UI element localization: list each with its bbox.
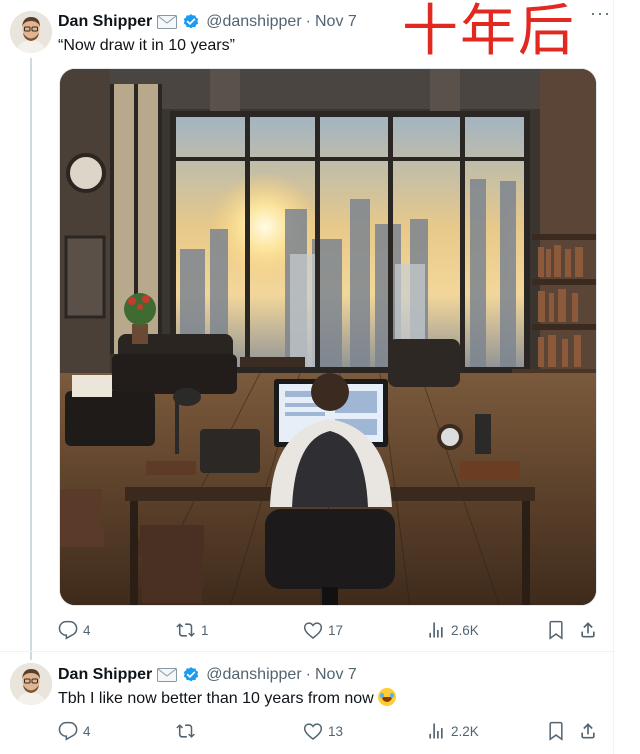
tweet-text: Tbh I like now better than 10 years from… <box>58 688 396 709</box>
bookmark-icon <box>549 721 563 741</box>
overlay-caption: 十年后 <box>402 0 576 64</box>
share-button[interactable] <box>578 618 598 642</box>
reply-button[interactable]: 4 <box>58 618 91 642</box>
author-name[interactable]: Dan Shipper <box>58 666 152 684</box>
repost-icon <box>176 623 195 637</box>
verified-badge-icon <box>182 13 200 31</box>
like-button[interactable]: 13 <box>303 719 343 743</box>
tweet-text-content: Tbh I like now better than 10 years from… <box>58 690 374 707</box>
tweet-media-image[interactable] <box>59 68 597 606</box>
tweet-text: “Now draw it in 10 years” <box>58 37 235 54</box>
views-button[interactable]: 2.2K <box>426 719 479 743</box>
repost-button[interactable]: 1 <box>176 618 209 642</box>
author-handle[interactable]: @danshipper <box>206 666 301 684</box>
envelope-icon <box>157 15 178 29</box>
tweet-actions: 4 1 17 2.6K <box>58 618 603 642</box>
repost-count: 1 <box>201 622 209 638</box>
heart-icon <box>303 622 323 639</box>
separator-dot: · <box>305 13 311 30</box>
views-button[interactable]: 2.6K <box>426 618 479 642</box>
reply-count: 4 <box>83 622 91 638</box>
author-avatar[interactable] <box>10 663 52 705</box>
bookmark-button[interactable] <box>546 618 566 642</box>
tweet-divider <box>0 651 614 652</box>
thread-connector-line <box>30 58 32 660</box>
reply-button[interactable]: 4 <box>58 719 91 743</box>
bookmark-icon <box>549 620 563 640</box>
share-icon <box>581 723 595 739</box>
bookmark-button[interactable] <box>546 719 566 743</box>
reply-icon <box>58 620 78 640</box>
like-count: 17 <box>328 622 344 638</box>
tweet-header: Dan Shipper @danshipper · Nov 7 <box>58 664 357 686</box>
views-count: 2.6K <box>451 622 479 638</box>
like-count: 13 <box>328 723 344 739</box>
verified-badge-icon <box>182 666 200 684</box>
author-handle[interactable]: @danshipper <box>206 13 301 31</box>
separator-dot: · <box>305 666 311 683</box>
more-options-icon[interactable]: ··· <box>590 4 610 26</box>
heart-icon <box>303 723 323 740</box>
tweet-header: Dan Shipper @danshipper · Nov 7 <box>58 11 357 33</box>
tweet-actions: 4 13 2.2K <box>58 719 603 743</box>
views-icon <box>429 622 443 638</box>
views-count: 2.2K <box>451 723 479 739</box>
tweet-timestamp[interactable]: Nov 7 <box>315 666 357 684</box>
tweet-timestamp[interactable]: Nov 7 <box>315 13 357 31</box>
reply-count: 4 <box>83 723 91 739</box>
repost-button[interactable] <box>176 719 201 743</box>
reply-icon <box>58 721 78 741</box>
share-icon <box>581 622 595 638</box>
envelope-icon <box>157 668 178 682</box>
repost-icon <box>176 724 195 738</box>
tears-of-joy-emoji-icon <box>377 688 396 706</box>
timeline-border <box>613 0 614 754</box>
views-icon <box>429 723 443 739</box>
share-button[interactable] <box>578 719 598 743</box>
like-button[interactable]: 17 <box>303 618 343 642</box>
author-name[interactable]: Dan Shipper <box>58 13 152 31</box>
author-avatar[interactable] <box>10 11 52 53</box>
